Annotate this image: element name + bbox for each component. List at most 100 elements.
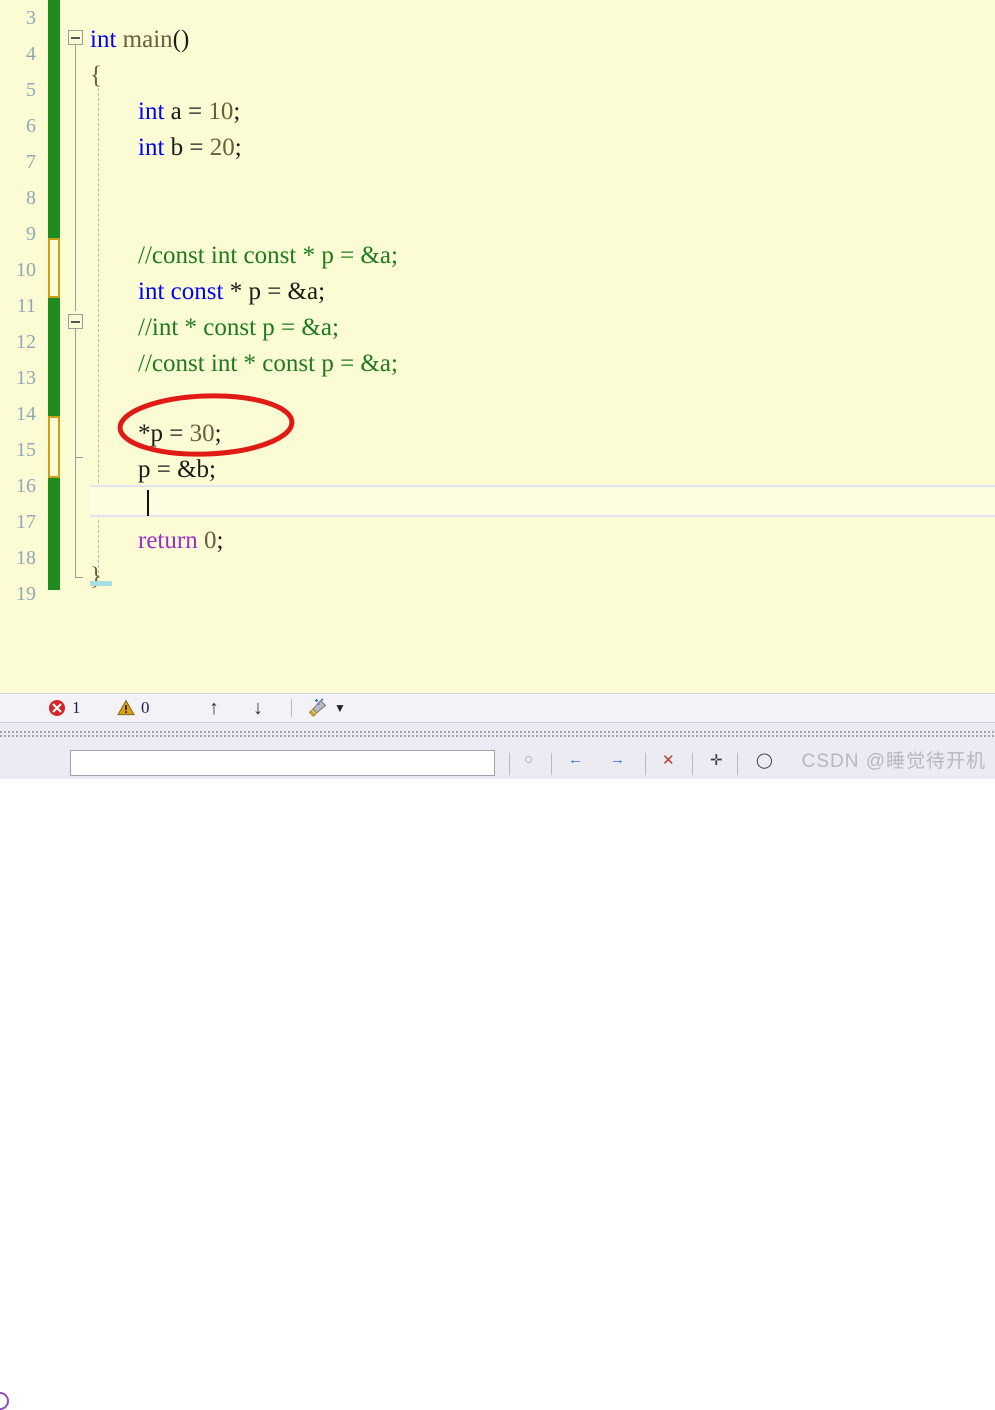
clipped-purple-icon — [0, 1392, 9, 1410]
line-number: 11 — [16, 295, 36, 317]
code-token: ; — [234, 134, 242, 161]
pin-icon[interactable]: ✛ — [710, 751, 723, 775]
error-count-label: 1 — [72, 698, 81, 717]
arrow-left-icon[interactable]: ← — [568, 751, 583, 775]
fold-bracket-foot — [75, 577, 83, 578]
code-line[interactable]: int const * p = &a; — [138, 274, 325, 310]
error-list-toolbar[interactable]: 1 0 ↑ ↓ ▼ — [0, 693, 995, 1410]
code-token: a = — [164, 98, 209, 125]
code-line[interactable]: //int * const p = &a; — [138, 310, 339, 346]
brace-match-indicator — [90, 581, 112, 586]
ide-window: 3 4 5 6 7 8 9 10 11 12 13 14 15 16 17 18 19 int main(){i… — [0, 0, 995, 1410]
code-token: int — [138, 98, 165, 125]
line-number: 13 — [16, 367, 36, 389]
clear-list-icon[interactable]: ✕ — [662, 751, 675, 775]
change-indicator-bar — [48, 0, 60, 693]
code-folding-gutter[interactable] — [62, 0, 90, 693]
code-token: ; — [216, 527, 224, 554]
close-icon[interactable]: ◯ — [756, 751, 773, 775]
line-number: 16 — [16, 475, 36, 497]
code-line[interactable]: int b = 20; — [138, 130, 242, 166]
warning-count-label: 0 — [141, 698, 150, 717]
code-token: { — [90, 62, 102, 89]
code-token: 30 — [189, 420, 215, 447]
line-number: 4 — [26, 43, 36, 65]
code-line[interactable]: { — [90, 58, 102, 94]
warning-count-group[interactable]: 0 — [117, 694, 150, 722]
change-bar-segment-saved — [48, 0, 60, 238]
arrow-right-icon[interactable]: → — [610, 751, 625, 775]
csdn-watermark: CSDN @睡觉待开机 — [801, 751, 986, 772]
code-token: main — [122, 26, 173, 53]
error-count-group[interactable]: 1 — [48, 694, 81, 722]
code-line[interactable]: //const int const * p = &a; — [138, 238, 398, 274]
code-token: *p = — [138, 420, 190, 447]
line-number: 7 — [26, 151, 36, 173]
panel-separator — [692, 753, 693, 775]
panel-drag-dots[interactable] — [0, 731, 995, 738]
line-number: 6 — [26, 115, 36, 137]
line-number: 8 — [26, 187, 36, 209]
line-number: 18 — [16, 547, 36, 569]
panel-separator — [737, 753, 738, 775]
code-token: ; — [233, 98, 241, 125]
chevron-down-icon[interactable]: ▼ — [334, 701, 346, 716]
code-token: () — [172, 26, 190, 53]
code-token: int — [90, 26, 117, 53]
line-number: 3 — [26, 7, 36, 29]
magnifier-icon[interactable]: ○ — [524, 751, 533, 775]
next-error-button[interactable]: ↓ — [245, 694, 271, 722]
panel-separator — [645, 753, 646, 775]
code-token: ; — [214, 420, 222, 447]
code-token: //const int const * p = &a; — [138, 242, 398, 269]
fold-bracket-line — [75, 45, 76, 311]
code-token: * p = &a; — [223, 278, 326, 305]
previous-error-button[interactable]: ↑ — [201, 694, 227, 722]
code-token: b = — [164, 134, 210, 161]
line-number: 14 — [16, 403, 36, 425]
toolbar-separator — [291, 699, 292, 717]
arrow-up-icon: ↑ — [209, 696, 219, 719]
code-token: int — [138, 278, 165, 305]
code-text-area[interactable]: int main(){int a = 10; int b = 20;//const… — [90, 0, 995, 693]
fold-bracket-line — [75, 457, 76, 577]
panel-separator — [551, 753, 552, 775]
fold-bracket-foot — [75, 457, 83, 458]
code-token: 20 — [209, 134, 235, 161]
find-input[interactable] — [70, 750, 495, 776]
code-token: //const int * const p = &a; — [138, 350, 398, 377]
line-number: 5 — [26, 79, 36, 101]
arrow-down-icon: ↓ — [253, 696, 263, 719]
text-caret — [147, 490, 149, 516]
fold-collapse-button[interactable] — [68, 314, 83, 329]
fold-collapse-button[interactable] — [68, 30, 83, 45]
change-bar-segment-saved — [48, 478, 60, 590]
code-token: p = &b; — [138, 456, 216, 483]
line-number: 12 — [16, 331, 36, 353]
change-bar-segment-saved — [48, 298, 60, 416]
error-circle-icon — [49, 700, 65, 716]
line-number: 10 — [16, 259, 36, 281]
code-line[interactable]: int a = 10; — [138, 94, 240, 130]
code-line[interactable]: p = &b; — [138, 452, 216, 488]
panel-splitter[interactable] — [0, 723, 995, 730]
code-token: 10 — [208, 98, 234, 125]
line-number: 15 — [16, 439, 36, 461]
code-editor[interactable]: 3 4 5 6 7 8 9 10 11 12 13 14 15 16 17 18 19 int main() {i… — [0, 0, 995, 693]
change-bar-segment-unsaved — [48, 238, 60, 298]
code-token: return — [138, 527, 198, 554]
line-number: 19 — [16, 583, 36, 605]
line-number: 9 — [26, 223, 36, 245]
current-line-highlight — [90, 485, 995, 517]
code-token: //int * const p = &a; — [138, 314, 339, 341]
code-line[interactable]: //const int * const p = &a; — [138, 346, 398, 382]
panel-separator — [509, 753, 510, 775]
code-line[interactable]: *p = 30; — [138, 416, 222, 452]
code-line[interactable]: int main() — [90, 22, 189, 58]
line-number-gutter: 3 4 5 6 7 8 9 10 11 12 13 14 15 16 17 18 19 — [0, 0, 40, 693]
code-line[interactable]: } — [90, 559, 102, 595]
code-line[interactable]: return 0; — [138, 523, 223, 559]
code-cleanup-button[interactable]: ▼ — [306, 694, 346, 722]
code-token: int — [138, 134, 165, 161]
code-token: 0 — [203, 527, 217, 554]
